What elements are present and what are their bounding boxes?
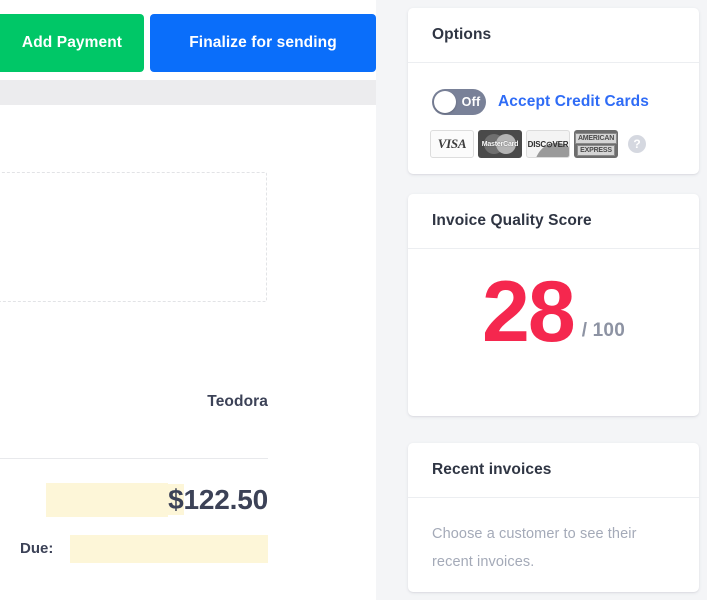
discover-icon-label: DISC⊙VER [527, 139, 569, 149]
invoice-action-bar: Add Payment Finalize for sending [0, 0, 376, 80]
finalize-for-sending-button[interactable]: Finalize for sending [150, 14, 376, 72]
visa-icon-label: VISA [437, 136, 467, 151]
sidebar: Options Off Accept Credit Cards VISA Mas… [408, 0, 699, 600]
recent-invoices-card-body: Choose a customer to see their recent in… [408, 498, 699, 576]
accept-credit-cards-label[interactable]: Accept Credit Cards [498, 93, 649, 111]
recent-invoices-card-header: Recent invoices [408, 443, 699, 498]
total-number: 122.50 [183, 484, 269, 515]
mastercard-icon-label: MasterCard [481, 140, 519, 148]
score-card-body: 28 / 100 [408, 249, 699, 415]
recent-invoices-card: Recent invoices Choose a customer to see… [408, 443, 699, 592]
score-display: 28 / 100 [408, 264, 699, 360]
finalize-button-label: Finalize for sending [189, 34, 337, 52]
amex-icon-line1: AMERICAN [574, 132, 618, 144]
score-max-label: / 100 [581, 319, 625, 341]
toggle-knob [434, 91, 456, 113]
options-card: Options Off Accept Credit Cards VISA Mas… [408, 8, 699, 174]
amex-icon-line2: EXPRESS [577, 144, 615, 156]
total-currency-symbol: $ [168, 484, 184, 515]
recent-invoices-empty-message: Choose a customer to see their recent in… [432, 526, 637, 570]
invoice-document-body: Teodora $122.50 Due: [0, 105, 376, 600]
invoice-notes-dropzone[interactable] [0, 172, 267, 302]
score-card-title: Invoice Quality Score [432, 212, 592, 229]
mastercard-icon: MasterCard [478, 130, 522, 158]
app-root: Add Payment Finalize for sending Teodora… [0, 0, 707, 600]
invoice-signee-name: Teodora [207, 393, 268, 410]
help-icon-glyph: ? [633, 137, 641, 151]
invoice-total-row: $122.50 [0, 483, 268, 517]
card-brand-logos: VISA MasterCard DISC⊙VER AMERICAN EXPRES… [430, 130, 646, 158]
discover-icon: DISC⊙VER [526, 130, 570, 158]
visa-icon: VISA [430, 130, 474, 158]
score-card-header: Invoice Quality Score [408, 194, 699, 249]
total-highlight-fill [46, 483, 168, 517]
toggle-state-label: Off [461, 95, 481, 109]
help-icon[interactable]: ? [628, 135, 646, 153]
recent-invoices-card-title: Recent invoices [432, 461, 552, 478]
invoice-total-amount: $122.50 [168, 483, 268, 517]
options-card-title: Options [432, 26, 492, 43]
add-payment-button[interactable]: Add Payment [0, 14, 144, 72]
invoice-due-value-field[interactable] [70, 535, 268, 563]
amex-icon: AMERICAN EXPRESS [574, 130, 618, 158]
invoice-quality-score-card: Invoice Quality Score 28 / 100 [408, 194, 699, 416]
invoice-pane: Add Payment Finalize for sending Teodora… [0, 0, 376, 600]
score-value: 28 [482, 264, 576, 360]
totals-divider [0, 458, 268, 459]
options-card-header: Options [408, 8, 699, 63]
invoice-due-label: Due: [20, 540, 54, 557]
toolbar-divider-strip [0, 80, 376, 105]
add-payment-button-label: Add Payment [21, 34, 123, 52]
invoice-due-row: Due: [0, 535, 268, 563]
accept-credit-cards-row: Off Accept Credit Cards [432, 89, 649, 115]
accept-credit-cards-toggle[interactable]: Off [432, 89, 486, 115]
